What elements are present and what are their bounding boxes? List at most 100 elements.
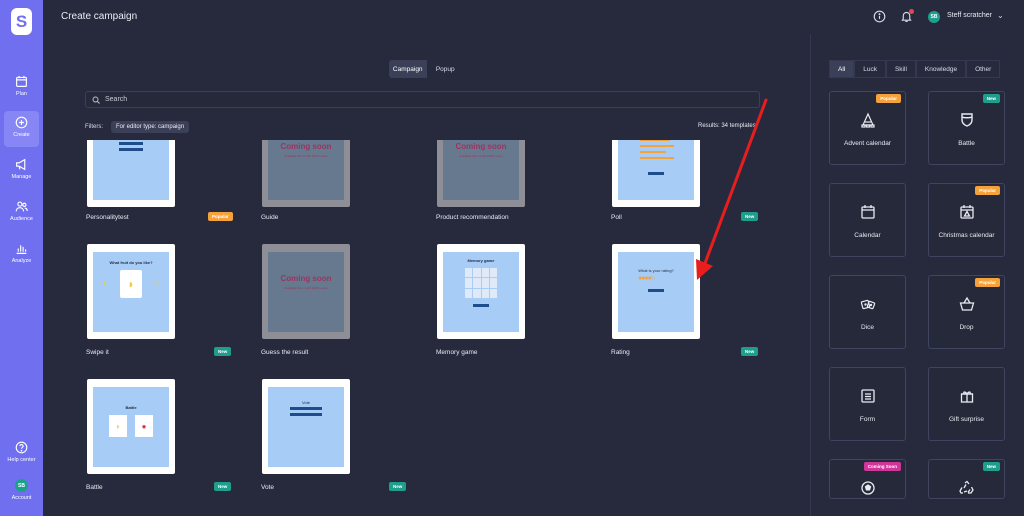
filters-label: Filters: xyxy=(85,124,103,130)
app-logo[interactable]: S xyxy=(11,8,32,35)
template-card[interactable]: Coming soon Available this month 2025 Lo… xyxy=(261,244,351,340)
plus-circle-icon xyxy=(15,116,28,129)
game-card-dice[interactable]: Dice xyxy=(829,275,906,349)
template-thumbnail: Vote xyxy=(262,379,350,474)
game-card-form[interactable]: Form xyxy=(829,367,906,441)
football-icon xyxy=(861,481,875,495)
template-name: Battle xyxy=(86,484,103,491)
template-card[interactable]: Coming soon Available this month 2025 Lo… xyxy=(436,140,526,208)
status-badge: New xyxy=(741,347,759,356)
chevron-down-icon[interactable]: ⌄ xyxy=(997,11,1004,20)
shield-icon xyxy=(961,113,973,127)
tab-skill[interactable]: Skill xyxy=(885,60,916,78)
tab-all[interactable]: All xyxy=(829,60,855,78)
game-name: Battle xyxy=(958,140,975,147)
sidebar-item-label: Manage xyxy=(11,174,32,180)
template-name: Personalitytest xyxy=(86,214,129,221)
status-badge: Popular xyxy=(876,94,901,103)
game-name: Form xyxy=(859,416,876,423)
game-name: Calendar xyxy=(854,232,881,239)
sidebar-item-label: Audience xyxy=(10,216,33,222)
game-card-gift-surprise[interactable]: Gift surprise xyxy=(928,367,1005,441)
game-card-football[interactable]: Coming Soon xyxy=(829,459,906,499)
form-icon xyxy=(861,389,875,403)
notification-badge xyxy=(909,9,914,14)
user-avatar[interactable]: SB xyxy=(928,11,940,23)
template-card[interactable]: Vote xyxy=(261,379,351,475)
sidebar-item-analyze[interactable]: Analyze xyxy=(4,237,39,273)
template-name: Rating xyxy=(611,349,630,356)
template-grid: Personalitytest Popular Coming soon Avai… xyxy=(85,140,760,500)
game-name: Gift surprise xyxy=(948,416,985,423)
filter-chip[interactable]: For editor type: campaign xyxy=(111,121,190,133)
game-name: Dice xyxy=(860,324,874,331)
page-title: Create campaign xyxy=(61,11,138,22)
template-thumbnail: What fruit do you like? ◗ ● ● xyxy=(87,244,175,339)
avatar: SB xyxy=(15,479,28,492)
search-input[interactable]: Search xyxy=(85,91,760,108)
status-badge: Popular xyxy=(975,186,1000,195)
sidebar: S Plan Create Manage Audience Analyze He… xyxy=(0,0,43,516)
tab-other[interactable]: Other xyxy=(966,60,1001,78)
status-badge: New xyxy=(741,212,759,221)
game-card-advent-calendar[interactable]: Popular Advent calendar xyxy=(829,91,906,165)
tab-knowledge[interactable]: Knowledge xyxy=(915,60,967,78)
tree-icon xyxy=(861,112,875,128)
sidebar-item-audience[interactable]: Audience xyxy=(4,195,39,231)
status-badge: Coming Soon xyxy=(863,462,901,471)
status-badge: New xyxy=(982,462,1000,471)
basket-icon xyxy=(959,296,975,311)
coming-soon-label: Coming soon xyxy=(455,142,507,151)
template-name: Guide xyxy=(261,214,279,221)
toggle-popup[interactable]: Popup xyxy=(427,60,465,78)
thumbnail-heading: Vote xyxy=(301,400,310,405)
coming-soon-subtext: Available this month 2025 Lorem xyxy=(284,286,328,290)
calendar-icon xyxy=(16,75,27,87)
users-icon xyxy=(15,201,28,212)
game-card-drop[interactable]: Popular Drop xyxy=(928,275,1005,349)
notification-button[interactable] xyxy=(900,9,914,23)
toggle-campaign[interactable]: Campaign xyxy=(389,60,427,78)
sidebar-item-plan[interactable]: Plan xyxy=(4,70,39,106)
status-badge: New xyxy=(982,94,1000,103)
template-card[interactable] xyxy=(86,140,176,208)
sidebar-item-manage[interactable]: Manage xyxy=(4,153,39,189)
template-thumbnail: Coming soon Available this month 2025 Lo… xyxy=(262,244,350,339)
thumbnail-heading: What fruit do you like? xyxy=(109,260,153,265)
recycle-icon xyxy=(959,480,974,494)
game-name: Advent calendar xyxy=(844,140,891,147)
game-card-recycle[interactable]: New xyxy=(928,459,1005,499)
sidebar-item-help[interactable]: Help center xyxy=(4,436,39,472)
status-badge: Popular xyxy=(975,278,1000,287)
dice-icon xyxy=(860,299,876,310)
sidebar-item-label: Help center xyxy=(7,457,36,463)
info-icon[interactable] xyxy=(873,10,886,23)
sidebar-item-account[interactable]: SB Account xyxy=(4,476,39,512)
sidebar-item-label: Create xyxy=(13,132,30,138)
template-name: Poll xyxy=(611,214,622,221)
coming-soon-subtext: Available this month 2025 Lorem xyxy=(284,154,328,158)
template-card[interactable]: Memory game xyxy=(436,244,526,340)
status-badge: New xyxy=(214,347,232,356)
game-card-calendar[interactable]: Calendar xyxy=(829,183,906,257)
game-card-battle[interactable]: New Battle xyxy=(928,91,1005,165)
template-thumbnail xyxy=(612,140,700,207)
template-card[interactable]: What fruit do you like? ◗ ● ● xyxy=(86,244,176,340)
bar-chart-icon xyxy=(16,245,27,254)
status-badge: Popular xyxy=(208,212,233,221)
coming-soon-label: Coming soon xyxy=(280,274,332,283)
game-name: Christmas calendar xyxy=(938,232,995,239)
user-name[interactable]: Steff scratcher xyxy=(947,12,992,19)
sidebar-item-create[interactable]: Create xyxy=(4,111,39,147)
template-card[interactable]: What is your rating? ●●●●○ xyxy=(611,244,701,340)
template-card[interactable] xyxy=(611,140,701,208)
tab-luck[interactable]: Luck xyxy=(854,60,886,78)
category-tabs: All Luck Skill Knowledge Other xyxy=(829,60,1001,78)
game-card-christmas-calendar[interactable]: Popular Christmas calendar xyxy=(928,183,1005,257)
calendar-tree-icon xyxy=(960,205,974,219)
template-card[interactable]: Coming soon Available this month 2025 Lo… xyxy=(261,140,351,208)
template-card[interactable]: Battle ◗ ● xyxy=(86,379,176,475)
template-name: Guess the result xyxy=(261,349,309,356)
thumbnail-heading: What is your rating? xyxy=(638,268,674,273)
game-name: Drop xyxy=(959,324,974,331)
